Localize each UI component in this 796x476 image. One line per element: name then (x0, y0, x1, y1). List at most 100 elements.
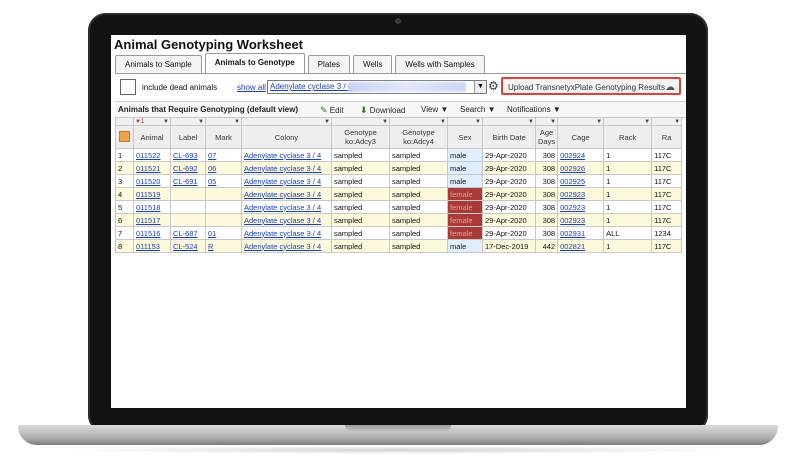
chevron-down-icon[interactable]: ▼ (474, 81, 486, 93)
col-genotype-adcy4[interactable]: Genotype ko:Adcy4 (389, 125, 448, 149)
include-dead-checkbox[interactable] (120, 79, 136, 95)
cage-link[interactable]: 002923 (560, 190, 585, 199)
animal-link[interactable]: 011518 (136, 203, 160, 212)
label-link[interactable]: CL-693 (173, 151, 198, 160)
filter-cell[interactable]: ▼ (447, 117, 483, 126)
table-row[interactable]: 2 011521 CL-692 06 Adenylate cyclase 3 / 4 sa… (115, 161, 683, 175)
cage-link[interactable]: 002926 (560, 164, 585, 173)
tab-plates[interactable]: Plates (307, 55, 350, 73)
col-cage[interactable]: Cage (557, 125, 605, 149)
colony-link[interactable]: Adenylate cyclase 3 / 4 (244, 203, 321, 212)
filter-cell[interactable]: ▼ (534, 117, 559, 126)
filter-cell[interactable]: ▼ (205, 117, 242, 126)
col-mark[interactable]: Mark (205, 125, 242, 149)
colony-link[interactable]: Adenylate cyclase 3 / 4 (244, 151, 321, 160)
table-row[interactable]: 3 011520 CL-691 05 Adenylate cyclase 3 / 4 sa… (115, 174, 683, 188)
age-days-cell: 308 (534, 200, 559, 214)
mark-link[interactable]: R (208, 242, 213, 251)
animal-link[interactable]: 011516 (136, 229, 160, 238)
animal-link[interactable]: 011519 (136, 190, 160, 199)
filter-cell[interactable]: ▼ (651, 117, 683, 126)
filter-cell[interactable]: ▼ (603, 117, 653, 126)
cage-link[interactable]: 002821 (560, 242, 585, 251)
col-animal[interactable]: Animal (133, 125, 171, 149)
colony-cell: Adenylate cyclase 3 / 4 (241, 174, 332, 188)
table-row[interactable]: 4 011519 Adenylate cyclase 3 / 4 sampled sam… (115, 187, 683, 201)
ra-cell: 117C (651, 187, 683, 201)
col-sex[interactable]: Sex (447, 125, 483, 149)
animal-link[interactable]: 011153 (136, 242, 160, 251)
tab-wells-with-samples[interactable]: Wells with Samples (395, 55, 485, 73)
cloud-upload-icon: ☁ (665, 82, 675, 93)
table-row[interactable]: 7 011516 CL-687 01 Adenylate cyclase 3 / 4 sa… (115, 226, 683, 240)
ra-cell: 117C (651, 200, 683, 214)
table-row[interactable]: 1 011522 CL-693 07 Adenylate cyclase 3 / 4 sa… (115, 148, 683, 162)
col-label[interactable]: Label (170, 125, 206, 149)
colony-link[interactable]: Adenylate cyclase 3 / 4 (244, 164, 321, 173)
animal-link[interactable]: 011517 (136, 216, 160, 225)
colony-select[interactable]: Adenylate cyclase 3 / 4 ▼ (267, 80, 487, 94)
col-genotype-adcy3[interactable]: Genotype ko:Adcy3 (331, 125, 390, 149)
notifications-menu[interactable]: Notifications ▼ (507, 105, 561, 114)
table-row[interactable]: 5 011518 Adenylate cyclase 3 / 4 sampled sam… (115, 200, 683, 214)
filter-cell[interactable]: ▼ (557, 117, 605, 126)
filter-cell (115, 117, 134, 126)
table-row[interactable]: 8 011153 CL-524 R Adenylate cyclase 3 / 4 sam… (115, 239, 683, 253)
upload-genotyping-results-button[interactable]: Upload TransnetyxPlate Genotyping Result… (501, 77, 681, 95)
tab-wells[interactable]: Wells (352, 55, 393, 73)
cage-link[interactable]: 002923 (560, 216, 585, 225)
cage-link[interactable]: 002923 (560, 203, 585, 212)
row-number: 2 (118, 163, 123, 173)
rack-cell: 1 (603, 174, 653, 188)
edit-button[interactable]: ✎ Edit (320, 105, 344, 116)
mark-link[interactable]: 01 (208, 229, 216, 238)
label-link[interactable]: CL-692 (173, 164, 198, 173)
sort-indicator[interactable]: ▼1 ▼ (133, 117, 171, 126)
animal-link[interactable]: 011521 (136, 164, 160, 173)
gear-icon[interactable]: ⚙ (488, 79, 499, 93)
filter-cell[interactable]: ▼ (170, 117, 206, 126)
col-ra[interactable]: Ra (651, 125, 683, 149)
select-all-header[interactable] (115, 125, 134, 149)
tab-animals-to-genotype[interactable]: Animals to Genotype (204, 53, 305, 73)
filter-cell[interactable]: ▼ (482, 117, 536, 126)
genotype-adcy4-cell: sampled (392, 176, 421, 186)
mark-link[interactable]: 05 (208, 177, 216, 186)
label-link[interactable]: CL-687 (173, 229, 198, 238)
filter-cell[interactable]: ▼ (331, 117, 390, 126)
filter-cell[interactable]: ▼ (241, 117, 332, 126)
col-age-days[interactable]: Age Days (534, 125, 559, 149)
select-all-checkbox[interactable] (119, 130, 130, 142)
table-row[interactable]: 6 011517 Adenylate cyclase 3 / 4 sampled sam… (115, 213, 683, 227)
redacted-area (348, 82, 466, 92)
mark-link[interactable]: 07 (208, 151, 216, 160)
label-link[interactable]: CL-524 (173, 242, 198, 251)
view-menu[interactable]: View ▼ (421, 105, 448, 114)
sex-cell: male (447, 161, 483, 175)
download-button[interactable]: ⬇ Download (360, 105, 405, 116)
search-menu[interactable]: Search ▼ (460, 105, 496, 114)
colony-link[interactable]: Adenylate cyclase 3 / 4 (244, 242, 321, 251)
label-cell (170, 187, 206, 201)
colony-link[interactable]: Adenylate cyclase 3 / 4 (244, 190, 321, 199)
colony-link[interactable]: Adenylate cyclase 3 / 4 (244, 216, 321, 225)
animal-link[interactable]: 011520 (136, 177, 160, 186)
colony-link[interactable]: Adenylate cyclase 3 / 4 (244, 177, 321, 186)
age-days-cell: 308 (542, 150, 556, 160)
col-birth-date[interactable]: Birth Date (482, 125, 536, 149)
ra-cell: 117C (651, 239, 683, 253)
label-cell: CL-687 (170, 226, 206, 240)
show-all-link[interactable]: show all (237, 83, 266, 92)
label-link[interactable]: CL-691 (173, 177, 198, 186)
cage-link[interactable]: 002925 (560, 177, 585, 186)
tab-animals-to-sample[interactable]: Animals to Sample (115, 55, 202, 73)
col-colony[interactable]: Colony (241, 125, 332, 149)
filter-cell[interactable]: ▼ (389, 117, 448, 126)
cage-link[interactable]: 002931 (560, 229, 585, 238)
cage-link[interactable]: 002924 (560, 151, 585, 160)
mark-link[interactable]: 06 (208, 164, 216, 173)
row-number: 3 (118, 176, 123, 186)
colony-link[interactable]: Adenylate cyclase 3 / 4 (244, 229, 321, 238)
animal-link[interactable]: 011522 (136, 151, 160, 160)
col-rack[interactable]: Rack (603, 125, 653, 149)
